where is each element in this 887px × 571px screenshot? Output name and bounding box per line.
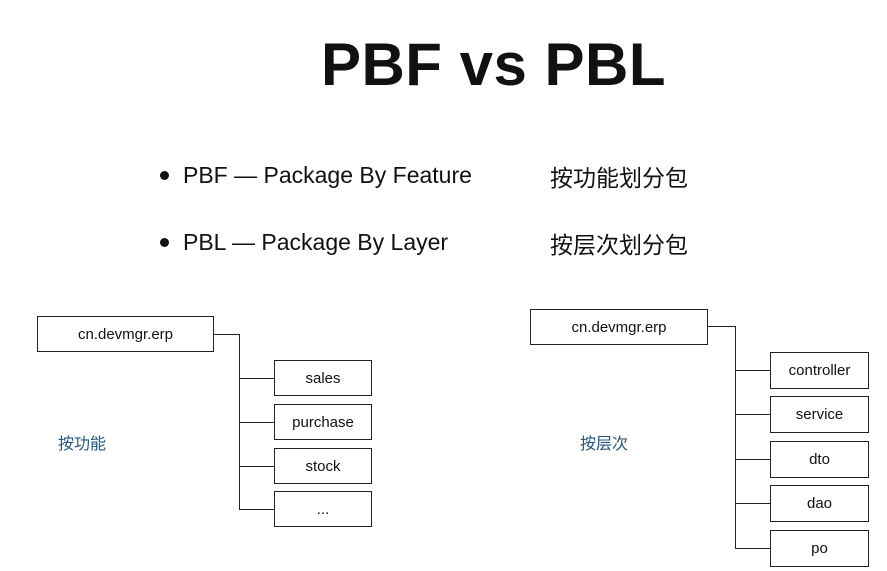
left-root-label: cn.devmgr.erp xyxy=(77,325,174,343)
left-child-label: stock xyxy=(305,457,341,475)
connector xyxy=(735,503,771,505)
bullet-pbl: PBL — Package By Layer 按层次划分包 xyxy=(160,229,688,259)
bullet-pbf-cn: 按功能划分包 xyxy=(550,165,688,192)
left-child-label: ... xyxy=(316,500,330,518)
left-child-node: purchase xyxy=(274,404,372,440)
connector xyxy=(735,414,771,416)
bullet-pbl-text: PBL — Package By Layer xyxy=(183,229,449,255)
connector xyxy=(239,422,275,424)
connector xyxy=(239,378,275,380)
left-root-node: cn.devmgr.erp xyxy=(37,316,214,352)
connector xyxy=(239,466,275,468)
left-child-label: purchase xyxy=(292,413,354,431)
connector xyxy=(735,370,771,372)
feature-caption: 按功能 xyxy=(58,434,107,453)
connector xyxy=(735,459,771,461)
left-child-node: sales xyxy=(274,360,372,396)
right-root-node: cn.devmgr.erp xyxy=(530,309,708,345)
connector xyxy=(239,509,275,511)
right-child-label: controller xyxy=(788,362,851,379)
connector xyxy=(735,548,771,550)
layer-caption: 按层次 xyxy=(580,434,629,453)
connector xyxy=(708,326,736,328)
right-child-label: po xyxy=(811,540,828,557)
bullet-pbl-cn: 按层次划分包 xyxy=(550,232,688,259)
left-child-label: sales xyxy=(305,369,341,387)
left-child-node: ... xyxy=(274,491,372,527)
slide-title: PBF vs PBL xyxy=(320,31,667,98)
right-child-node: controller xyxy=(770,352,869,389)
connector xyxy=(214,334,240,336)
right-child-label: dto xyxy=(809,451,830,468)
right-child-node: dto xyxy=(770,441,869,478)
bullet-dot xyxy=(160,171,169,180)
right-child-label: dao xyxy=(806,495,833,512)
connector xyxy=(735,326,737,548)
right-root-label: cn.devmgr.erp xyxy=(571,318,667,336)
right-child-node: po xyxy=(770,530,869,567)
left-child-node: stock xyxy=(274,448,372,484)
right-child-label: service xyxy=(795,406,844,423)
bullet-dot xyxy=(160,238,169,247)
right-child-node: service xyxy=(770,396,869,433)
bullet-pbf-text: PBF — Package By Feature xyxy=(183,162,472,188)
right-child-node: dao xyxy=(770,485,869,522)
bullet-pbf: PBF — Package By Feature 按功能划分包 xyxy=(160,162,688,192)
